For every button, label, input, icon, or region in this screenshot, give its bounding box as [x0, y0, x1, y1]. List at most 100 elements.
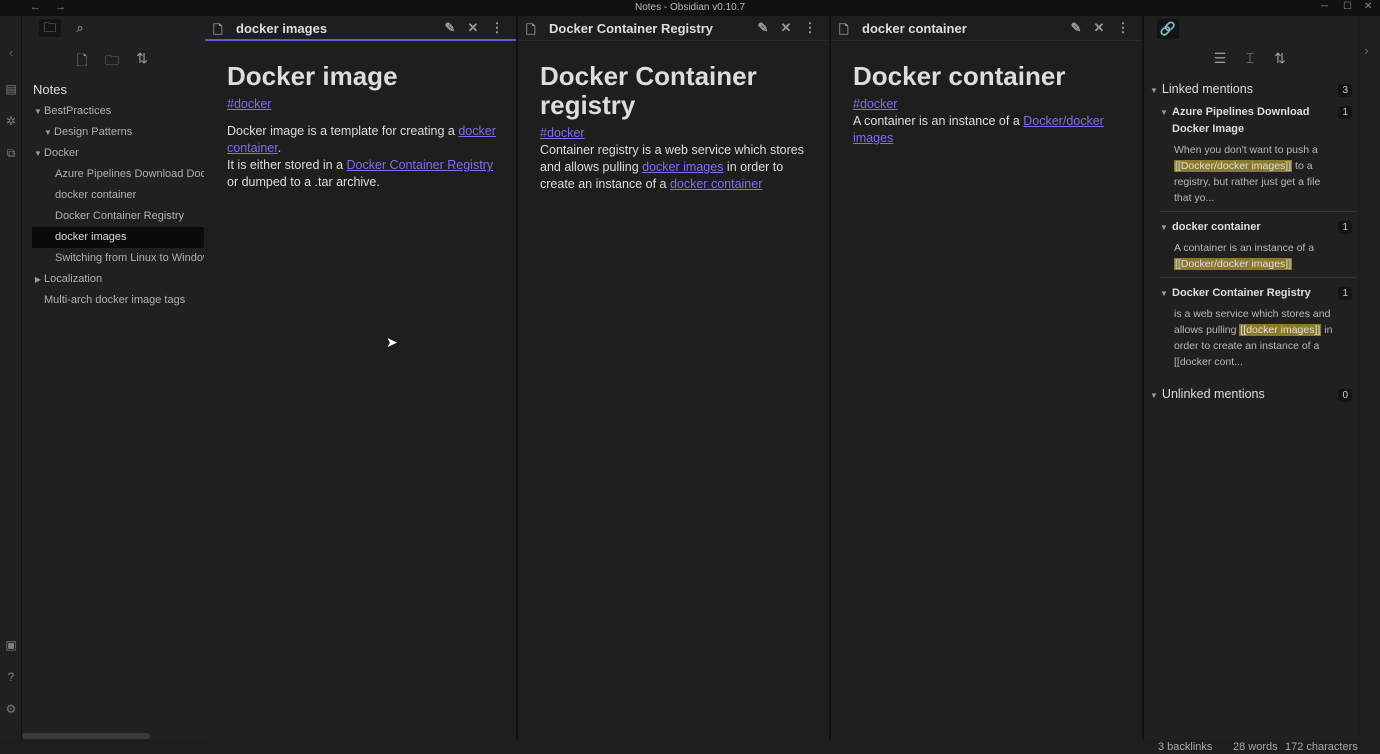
expand-arrow-icon: ▼: [1160, 108, 1168, 117]
sidebar-horizontal-scrollbar[interactable]: [22, 733, 150, 739]
expand-arrow-icon: ▼: [44, 128, 52, 137]
backlink-item[interactable]: ▼ Azure Pipelines Download Docker Image W…: [1160, 104, 1340, 206]
open-vault-icon[interactable]: ▣: [4, 638, 18, 652]
search-tab-icon[interactable]: ⌕: [69, 19, 91, 37]
note-paragraph: A container is an instance of a Docker/d…: [853, 114, 1104, 145]
sort-icon[interactable]: ⇅: [1271, 50, 1289, 67]
help-icon[interactable]: ?: [4, 670, 18, 684]
backlink-item[interactable]: ▼ Docker Container Registry is a web serv…: [1160, 285, 1340, 370]
unlinked-mentions-header[interactable]: ▼ Unlinked mentions: [1150, 387, 1265, 401]
right-ribbon: ›: [1358, 16, 1380, 740]
ribbon: ‹ ▤ ✲ ⧉ ▣ ? ⚙: [0, 16, 22, 740]
tree-file-azure-pipelines[interactable]: Azure Pipelines Download Docker Image: [32, 164, 204, 185]
tag-link[interactable]: #docker: [540, 126, 811, 140]
backlink-title: ▼ Docker Container Registry: [1160, 285, 1340, 302]
new-folder-icon[interactable]: 🗀: [103, 50, 121, 68]
file-tree: ▼ BestPractices ▼ Design Patterns ▼ Docker …: [32, 101, 204, 311]
internal-link[interactable]: docker images: [642, 160, 723, 174]
backlink-title: ▼ Azure Pipelines Download Docker Image: [1160, 106, 1310, 135]
status-backlinks[interactable]: 3 backlinks: [1158, 741, 1212, 753]
status-char-count: 172 characters: [1285, 741, 1358, 753]
collapsed-arrow-icon: ▶: [34, 275, 42, 284]
more-options-icon[interactable]: ⋮: [490, 20, 504, 36]
note-heading: Docker Container registry: [540, 61, 757, 120]
tree-file-multi-arch[interactable]: Multi-arch docker image tags: [32, 290, 204, 311]
tree-file-switching-linux-windows[interactable]: Switching from Linux to Windows: [32, 248, 204, 269]
more-options-icon[interactable]: ⋮: [1116, 20, 1130, 36]
backlink-title: ▼ docker container: [1160, 219, 1340, 236]
backlink-snippet[interactable]: When you don't want to push a [[Docker/d…: [1160, 142, 1340, 206]
close-pane-icon[interactable]: ✕: [1092, 20, 1106, 36]
plugins-icon[interactable]: ⧉: [4, 146, 18, 160]
backlink-snippet[interactable]: is a web service which stores and allows…: [1160, 306, 1340, 370]
close-pane-icon[interactable]: ✕: [466, 20, 480, 36]
title-bar: ← → Notes - Obsidian v0.10.7 ─ ☐ ✕: [0, 0, 1380, 16]
backlink-count-badge: 1: [1338, 221, 1352, 234]
linked-mentions-header[interactable]: ▼ Linked mentions: [1150, 82, 1253, 96]
expand-arrow-icon: ▼: [34, 149, 42, 158]
open-quick-switcher-icon[interactable]: ▤: [4, 82, 18, 96]
note-content: Docker Container registry #docker Contai…: [540, 62, 811, 193]
pane-title: docker images: [236, 21, 328, 36]
pane-title: Docker Container Registry: [549, 21, 713, 36]
tree-file-docker-container-registry[interactable]: Docker Container Registry: [32, 206, 204, 227]
editor-pane-docker-images: 🗋 docker images ✎ ✕ ⋮ Docker image #dock…: [205, 16, 518, 740]
divider: [1160, 211, 1356, 212]
minimize-icon[interactable]: ─: [1321, 1, 1328, 12]
file-icon: 🗋: [526, 23, 536, 37]
expand-arrow-icon: ▼: [1160, 223, 1168, 232]
edit-pencil-icon[interactable]: ✎: [1069, 20, 1083, 36]
editor-pane-docker-container-registry: 🗋 Docker Container Registry ✎ ✕ ⋮ Docker…: [518, 16, 831, 740]
collapse-right-icon[interactable]: ›: [1364, 42, 1369, 58]
settings-gear-icon[interactable]: ⚙: [4, 702, 18, 716]
tree-folder-bestpractices[interactable]: ▼ BestPractices: [32, 101, 204, 122]
maximize-icon[interactable]: ☐: [1343, 1, 1352, 12]
expand-arrow-icon: ▼: [34, 107, 42, 116]
sort-icon[interactable]: ⇅: [133, 50, 151, 68]
more-options-icon[interactable]: ⋮: [803, 20, 817, 36]
backlinks-tab-icon[interactable]: 🔗: [1157, 19, 1179, 39]
note-heading: Docker container: [853, 61, 1066, 91]
note-content: Docker container #docker A container is …: [853, 62, 1124, 147]
divider: [1160, 277, 1356, 278]
tag-link[interactable]: #docker: [227, 97, 498, 111]
close-pane-icon[interactable]: ✕: [779, 20, 793, 36]
backlink-item[interactable]: ▼ docker container A container is an inst…: [1160, 219, 1340, 272]
backlink-snippet[interactable]: A container is an instance of a [[Docker…: [1160, 240, 1340, 272]
expand-arrow-icon: ▼: [1160, 289, 1168, 298]
linked-count-badge: 3: [1338, 84, 1352, 97]
collapse-results-icon[interactable]: ☰: [1211, 50, 1229, 67]
graph-view-icon[interactable]: ✲: [4, 114, 18, 128]
edit-pencil-icon[interactable]: ✎: [756, 20, 770, 36]
tag-link[interactable]: #docker: [853, 97, 1124, 111]
edit-pencil-icon[interactable]: ✎: [443, 20, 457, 36]
right-sidebar: 🔗 ☰ ⌶ ⇅ ▼ Linked mentions 3 ▼ Azure Pipeli…: [1145, 16, 1358, 740]
tree-folder-docker[interactable]: ▼ Docker: [32, 143, 204, 164]
tree-file-docker-images[interactable]: docker images: [32, 227, 204, 248]
note-paragraph: Docker image is a template for creating …: [227, 124, 496, 189]
collapse-left-icon[interactable]: ‹: [4, 46, 18, 60]
file-icon: 🗋: [213, 23, 223, 37]
new-note-icon[interactable]: 🗋: [73, 50, 91, 68]
sidebar-tabs: 🗀 ⌕: [22, 16, 205, 40]
status-bar: 3 backlinks 28 words 172 characters: [0, 740, 1380, 754]
file-icon: 🗋: [839, 23, 849, 37]
file-explorer-tab-icon[interactable]: 🗀: [39, 19, 61, 37]
pane-header: 🗋 Docker Container Registry ✎ ✕ ⋮: [518, 16, 829, 41]
vault-name: Notes: [33, 82, 67, 97]
pane-header: 🗋 docker container ✎ ✕ ⋮: [831, 16, 1142, 41]
pane-title: docker container: [862, 21, 967, 36]
internal-link[interactable]: Docker Container Registry: [347, 158, 494, 172]
note-content: Docker image #docker Docker image is a t…: [227, 62, 498, 191]
note-heading: Docker image: [227, 61, 398, 91]
unlinked-count-badge: 0: [1338, 389, 1352, 402]
show-more-context-icon[interactable]: ⌶: [1241, 50, 1259, 67]
tree-folder-localization[interactable]: ▶ Localization: [32, 269, 204, 290]
tree-file-docker-container[interactable]: docker container: [32, 185, 204, 206]
tree-folder-design-patterns[interactable]: ▼ Design Patterns: [32, 122, 204, 143]
file-explorer-toolbar: 🗋 🗀 ⇅: [22, 40, 205, 78]
backlink-count-badge: 1: [1338, 287, 1352, 300]
internal-link[interactable]: docker container: [670, 177, 762, 191]
close-window-icon[interactable]: ✕: [1364, 1, 1372, 12]
mouse-cursor-icon: ➤: [386, 334, 398, 350]
